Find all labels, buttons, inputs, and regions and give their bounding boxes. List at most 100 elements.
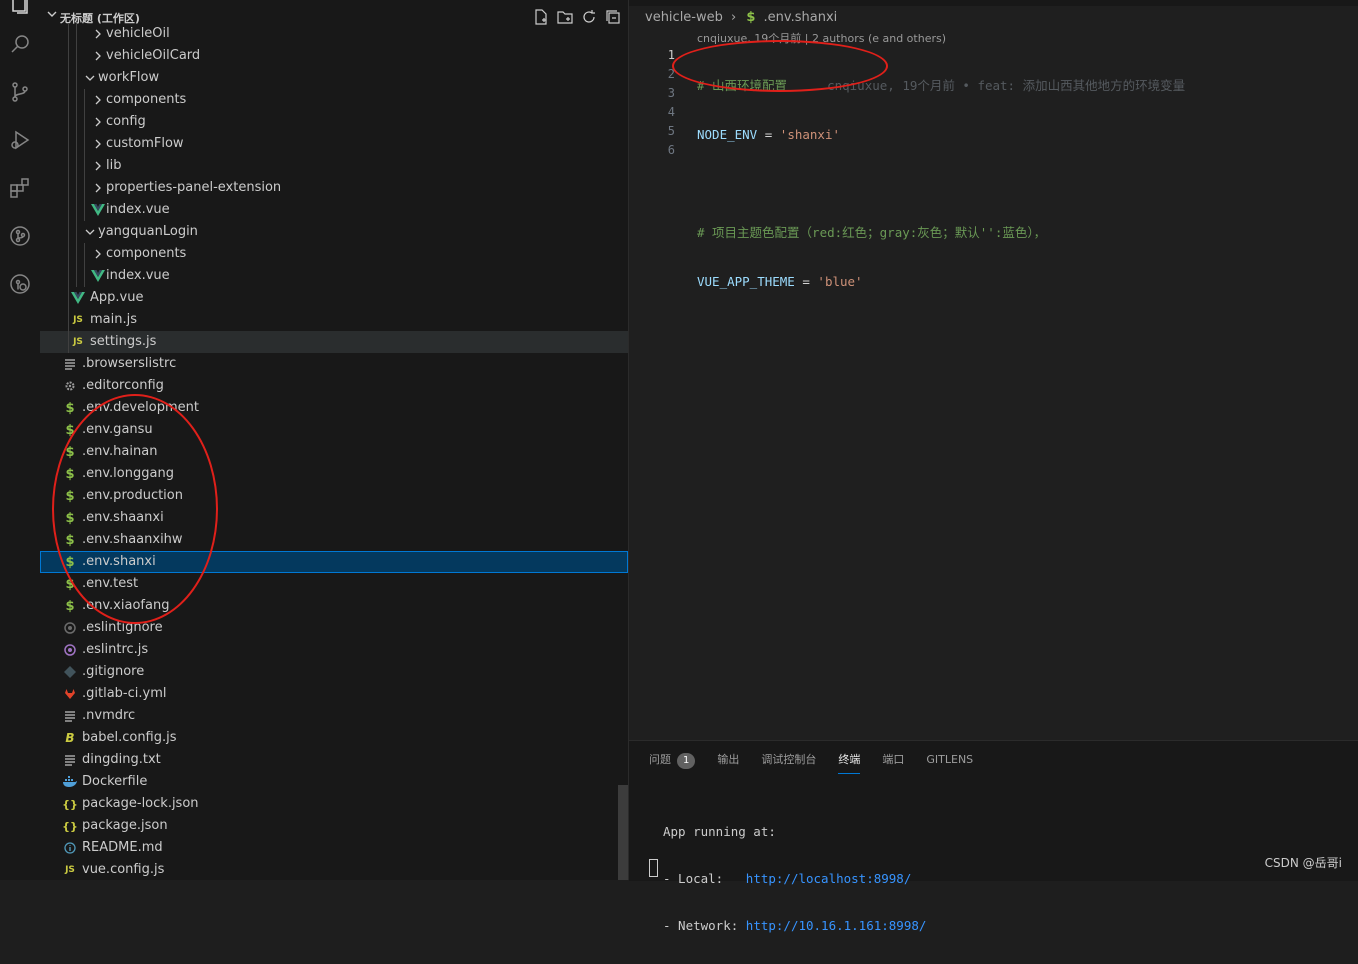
tree-item[interactable]: vehicleOilCard xyxy=(40,45,628,67)
tree-item-label: README.md xyxy=(82,840,163,855)
env-variable: VUE_APP_THEME xyxy=(697,274,795,289)
sidebar-scrollbar[interactable] xyxy=(618,785,628,880)
tree-item-label: customFlow xyxy=(106,136,184,151)
tree-item[interactable]: Dockerfile xyxy=(40,771,628,793)
tree-item[interactable]: JS vue.config.js xyxy=(40,859,628,880)
git-blame-annotation: cnqiuxue, 19个月前 • feat: 添加山西其他地方的环境变量 xyxy=(827,78,1186,93)
json-icon: {} xyxy=(62,819,78,833)
tree-item[interactable]: config xyxy=(40,111,628,133)
search-icon[interactable] xyxy=(4,28,36,60)
terminal-text: - Network: xyxy=(663,918,746,933)
tree-item-label: vehicleOil xyxy=(106,26,170,41)
gitlens-icon[interactable] xyxy=(4,268,36,300)
breadcrumb-root[interactable]: vehicle-web xyxy=(645,10,723,25)
dollar-icon: $ xyxy=(746,10,756,25)
tree-item[interactable]: JS main.js xyxy=(40,309,628,331)
terminal-line: - Network: http://10.16.1.161:8998/ xyxy=(663,917,926,934)
tab-ports[interactable]: 端口 xyxy=(882,751,904,773)
tree-item[interactable]: {} package-lock.json xyxy=(40,793,628,815)
babel-icon: B xyxy=(65,731,75,745)
dollar-icon: $ xyxy=(65,598,75,614)
tab-debug-console[interactable]: 调试控制台 xyxy=(761,751,816,773)
tree-item[interactable]: lib xyxy=(40,155,628,177)
line-number: 6 xyxy=(667,143,675,157)
local-url-link[interactable]: http://localhost:8998/ xyxy=(746,871,912,886)
terminal-text: - Local: xyxy=(663,871,746,886)
tree-item-label: .nvmdrc xyxy=(82,708,136,723)
tree-item[interactable]: JS settings.js xyxy=(40,331,628,353)
tree-item-label: package-lock.json xyxy=(82,796,199,811)
tree-item[interactable]: customFlow xyxy=(40,133,628,155)
lines-icon xyxy=(62,752,78,768)
line-number: 1 xyxy=(667,48,675,62)
code-content[interactable]: # 山西环境配置 cnqiuxue, 19个月前 • feat: 添加山西其他地方… xyxy=(697,46,1185,370)
tree-item[interactable]: index.vue xyxy=(40,265,628,287)
tree-item[interactable]: yangquanLogin xyxy=(40,221,628,243)
tree-item[interactable]: vehicleOil xyxy=(40,23,628,45)
tree-item[interactable]: App.vue xyxy=(40,287,628,309)
git-graph-icon[interactable] xyxy=(4,220,36,252)
code-line-5: VUE_APP_THEME = 'blue' xyxy=(697,272,1185,291)
tab-problems[interactable]: 问题 1 xyxy=(649,751,696,773)
tab-gitlens[interactable]: GITLENS xyxy=(926,751,973,773)
lines-icon xyxy=(62,708,78,724)
chevron-right-icon xyxy=(90,92,106,108)
terminal-output[interactable]: App running at: - Local: http://localhos… xyxy=(663,793,926,964)
tree-item[interactable]: properties-panel-extension xyxy=(40,177,628,199)
js-icon: JS xyxy=(73,337,83,347)
tab-output[interactable]: 输出 xyxy=(717,751,739,773)
tree-item[interactable]: .browserslistrc xyxy=(40,353,628,375)
extensions-icon[interactable] xyxy=(4,172,36,204)
tree-item-label: settings.js xyxy=(90,334,157,349)
tree-item-label: workFlow xyxy=(98,70,160,85)
indent-guide xyxy=(84,89,85,221)
tree-item-label: index.vue xyxy=(106,268,170,283)
chevron-down-icon xyxy=(46,8,58,23)
source-control-icon[interactable] xyxy=(4,76,36,108)
tree-item[interactable]: components xyxy=(40,243,628,265)
tree-item-label: package.json xyxy=(82,818,168,833)
tree-item[interactable]: components xyxy=(40,89,628,111)
tree-item-label: components xyxy=(106,246,187,261)
git-icon xyxy=(62,664,78,680)
comment: # 项目主题色配置（red:红色；gray:灰色；默认'':蓝色）， xyxy=(697,225,1047,240)
tree-item[interactable]: Bbabel.config.js xyxy=(40,727,628,749)
vue-icon xyxy=(70,290,86,306)
tree-item[interactable]: .nvmdrc xyxy=(40,705,628,727)
annotation-ellipse-code xyxy=(672,40,888,92)
tree-item[interactable]: {} package.json xyxy=(40,815,628,837)
tree-item[interactable]: README.md xyxy=(40,837,628,859)
chevron-right-icon xyxy=(90,26,106,42)
chevron-right-icon xyxy=(90,48,106,64)
breadcrumb-file[interactable]: .env.shanxi xyxy=(764,10,838,25)
string-value: 'blue' xyxy=(817,274,863,289)
tree-item[interactable]: dingding.txt xyxy=(40,749,628,771)
tree-item[interactable]: workFlow xyxy=(40,67,628,89)
annotation-ellipse-env-files xyxy=(52,394,218,624)
tree-item-label: properties-panel-extension xyxy=(106,180,282,195)
tab-label: 问题 xyxy=(649,753,671,766)
lines-icon xyxy=(62,356,78,372)
tree-item-label: main.js xyxy=(90,312,137,327)
tree-item-label: config xyxy=(106,114,146,129)
terminal-line: - Local: http://localhost:8998/ xyxy=(663,870,926,887)
gitlab-icon xyxy=(62,686,78,702)
network-url-link[interactable]: http://10.16.1.161:8998/ xyxy=(746,918,927,933)
dollar-icon: $ xyxy=(65,400,75,416)
breadcrumb: vehicle-web › $ .env.shanxi xyxy=(645,10,837,25)
js-icon: JS xyxy=(73,315,83,325)
editor-area: vehicle-web › $ .env.shanxi cnqiuxue, 19… xyxy=(629,0,1358,740)
js-icon: JS xyxy=(65,865,75,875)
tree-item[interactable]: .eslintrc.js xyxy=(40,639,628,661)
line-number: 4 xyxy=(667,105,675,119)
tab-terminal[interactable]: 终端 xyxy=(838,751,861,774)
tree-item[interactable]: .gitignore xyxy=(40,661,628,683)
terminal-cursor xyxy=(649,859,658,877)
operator: = xyxy=(794,274,818,289)
env-variable: NODE_ENV xyxy=(697,127,758,142)
tree-item[interactable]: .gitlab-ci.yml xyxy=(40,683,628,705)
explorer-icon[interactable] xyxy=(4,0,36,20)
tree-item-label: .editorconfig xyxy=(82,378,164,393)
run-debug-icon[interactable] xyxy=(4,124,36,156)
tree-item[interactable]: index.vue xyxy=(40,199,628,221)
